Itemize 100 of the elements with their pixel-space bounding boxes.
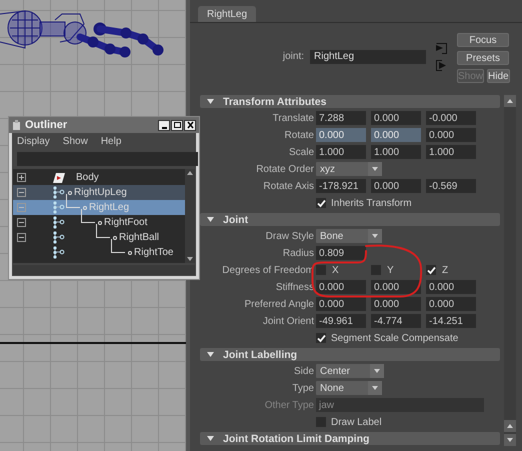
outliner-item-label: Body: [76, 172, 99, 183]
close-icon: [186, 121, 194, 129]
field-label: Translate: [272, 112, 314, 124]
section-header[interactable]: Joint Rotation Limit Damping: [200, 432, 500, 445]
field-label: Draw Style: [264, 230, 314, 242]
field-label: Rotate Axis: [262, 180, 314, 192]
joint-icon: [52, 186, 66, 199]
window-title: Outliner: [25, 119, 68, 131]
button[interactable]: Hide: [487, 69, 510, 83]
collapse-arrow-icon: [207, 352, 214, 357]
number-field[interactable]: 0.000: [316, 280, 366, 294]
field-label: Side: [292, 366, 314, 376]
checkbox-label: Inherits Transform: [331, 198, 412, 208]
collapse-icon[interactable]: [17, 188, 26, 197]
field-label: Radius: [282, 248, 314, 258]
field-label: Rotate: [284, 130, 314, 140]
checkbox-label: Draw Label: [331, 416, 382, 428]
dropdown[interactable]: xyz: [316, 162, 382, 176]
maximize-button[interactable]: [171, 120, 183, 130]
checkbox[interactable]: [371, 265, 381, 275]
tab[interactable]: RightLeg: [198, 6, 256, 22]
number-field[interactable]: -4.774: [371, 314, 421, 328]
number-field[interactable]: 0.000: [371, 297, 421, 311]
outliner-row[interactable]: RightBall: [13, 230, 185, 245]
joint-icon: [52, 231, 66, 244]
button[interactable]: Presets: [457, 51, 509, 65]
joint-icon: [52, 246, 66, 259]
number-field[interactable]: 1.000: [316, 145, 366, 159]
checkbox-label: Y: [387, 264, 394, 276]
number-field[interactable]: 0.809: [316, 246, 366, 260]
number-field[interactable]: 0.000: [426, 297, 476, 311]
number-field[interactable]: 0.000: [371, 280, 421, 294]
close-button[interactable]: [184, 120, 196, 130]
input-connection-icon[interactable]: [436, 43, 447, 54]
field-label: Joint Orient: [262, 316, 314, 326]
menu-item[interactable]: Help: [100, 136, 122, 147]
outliner-item-label: RightUpLeg: [74, 187, 127, 198]
field-label: Rotate Order: [255, 164, 314, 174]
node-name-field[interactable]: RightLeg: [310, 50, 426, 64]
number-field[interactable]: -14.251: [426, 314, 476, 328]
menu-item[interactable]: Display: [17, 136, 50, 147]
number-field[interactable]: 1.000: [426, 145, 476, 159]
checkbox[interactable]: [316, 265, 326, 275]
field-label: Preferred Angle: [244, 298, 314, 310]
field-label: joint:: [282, 51, 304, 62]
scrollbar[interactable]: [13, 265, 195, 275]
collapse-icon[interactable]: [17, 233, 26, 242]
checkbox[interactable]: [316, 417, 326, 427]
collapse-arrow-icon: [207, 436, 214, 441]
collapse-arrow-icon: [207, 99, 214, 104]
button[interactable]: Focus: [457, 33, 509, 47]
collapse-arrow-icon: [207, 217, 214, 222]
dropdown[interactable]: None: [316, 381, 382, 395]
checkbox-label: X: [332, 264, 339, 276]
section-header[interactable]: Joint: [200, 213, 500, 226]
number-field[interactable]: 0.000: [426, 280, 476, 294]
dropdown[interactable]: Bone: [316, 229, 382, 243]
field-label: Type: [291, 382, 314, 394]
checkbox[interactable]: [316, 198, 326, 208]
set-icon: [52, 172, 66, 184]
outliner-item-label: RightFoot: [104, 217, 148, 228]
joint-icon: [52, 201, 66, 214]
filter-field[interactable]: [17, 152, 198, 166]
outliner-item-label: RightToe: [134, 247, 174, 258]
number-field[interactable]: 0.000: [371, 179, 421, 193]
scrollbar[interactable]: [504, 95, 516, 446]
checkbox[interactable]: [426, 265, 436, 275]
number-field[interactable]: -49.961: [316, 314, 366, 328]
minimize-button[interactable]: [158, 120, 170, 130]
number-field[interactable]: 0.000: [316, 128, 366, 142]
number-field[interactable]: 0.000: [371, 128, 421, 142]
number-field[interactable]: 7.288: [316, 111, 366, 125]
outliner-item-label: RightLeg: [89, 202, 130, 213]
collapse-icon[interactable]: [17, 218, 26, 227]
number-field[interactable]: 0.000: [426, 128, 476, 142]
outliner-row[interactable]: RightToe: [13, 245, 185, 260]
outliner-row[interactable]: RightFoot: [13, 215, 185, 230]
number-field[interactable]: -0.000: [426, 111, 476, 125]
outliner-row[interactable]: RightUpLeg: [13, 185, 185, 200]
checkbox-label: Z: [442, 264, 448, 276]
scrollbar[interactable]: [185, 169, 195, 263]
section-header[interactable]: Joint Labelling: [200, 348, 500, 361]
number-field[interactable]: -0.569: [426, 179, 476, 193]
expand-icon[interactable]: [17, 173, 26, 182]
section-header[interactable]: Transform Attributes: [200, 95, 500, 108]
number-field[interactable]: 1.000: [371, 145, 421, 159]
field-label: Scale: [288, 146, 314, 158]
joint-icon: [52, 216, 66, 229]
number-field[interactable]: 0.000: [371, 111, 421, 125]
checkbox-label: Segment Scale Compensate: [331, 332, 458, 344]
dropdown[interactable]: Center: [316, 364, 384, 378]
field-label: Other Type: [264, 400, 314, 410]
checkbox[interactable]: [316, 333, 326, 343]
field-label: Stiffness: [274, 282, 314, 292]
outliner-row[interactable]: Body: [13, 170, 185, 185]
window-icon: [12, 120, 21, 130]
menu-item[interactable]: Show: [62, 136, 88, 147]
number-field[interactable]: 0.000: [316, 297, 366, 311]
number-field[interactable]: -178.921: [316, 179, 366, 193]
maximize-icon: [172, 121, 182, 129]
